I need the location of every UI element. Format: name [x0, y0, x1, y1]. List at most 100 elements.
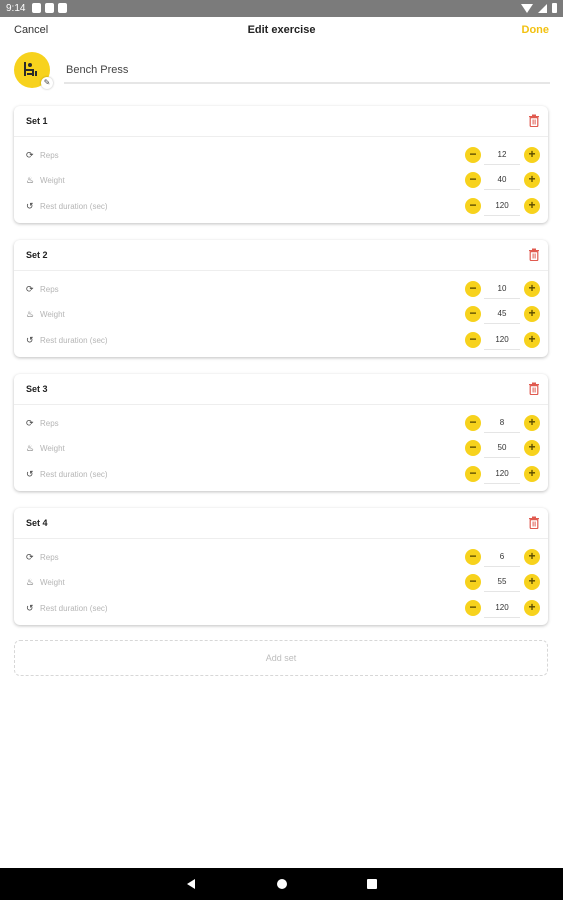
- exercise-name-input[interactable]: Bench Press: [64, 60, 550, 84]
- fire-icon: ♨: [26, 577, 35, 587]
- wifi-icon: [521, 3, 533, 13]
- weight-label: Weight: [40, 578, 65, 587]
- history-icon: ↺: [26, 469, 34, 479]
- weight-increment-button[interactable]: +: [524, 574, 540, 590]
- reps-decrement-button[interactable]: −: [465, 415, 481, 431]
- rest-value[interactable]: 120: [484, 599, 520, 618]
- rest-increment-button[interactable]: +: [524, 332, 540, 348]
- set-card: Set 4 ⟳ Reps − 6 + ♨ Weight − 55 + ↺ Res…: [14, 508, 548, 625]
- reps-value[interactable]: 10: [484, 280, 520, 299]
- reps-value[interactable]: 6: [484, 548, 520, 567]
- weight-row: ♨ Weight − 45 +: [14, 302, 548, 327]
- fire-icon: ♨: [26, 443, 35, 453]
- refresh-icon: ⟳: [26, 284, 34, 294]
- reps-decrement-button[interactable]: −: [465, 549, 481, 565]
- top-bar: Cancel Edit exercise Done: [0, 17, 563, 47]
- reps-row: ⟳ Reps − 12 +: [14, 143, 548, 168]
- reps-decrement-button[interactable]: −: [465, 147, 481, 163]
- trash-icon[interactable]: [528, 516, 540, 529]
- status-bar: 9:14: [0, 0, 563, 17]
- set-title: Set 3: [26, 384, 48, 394]
- trash-icon[interactable]: [528, 248, 540, 261]
- reps-row: ⟳ Reps − 6 +: [14, 545, 548, 570]
- reps-label: Reps: [40, 419, 59, 428]
- fire-icon: ♨: [26, 175, 35, 185]
- weight-decrement-button[interactable]: −: [465, 574, 481, 590]
- back-icon[interactable]: [187, 879, 195, 889]
- rest-decrement-button[interactable]: −: [465, 198, 481, 214]
- recent-apps-icon[interactable]: [367, 879, 377, 889]
- rest-label: Rest duration (sec): [40, 470, 108, 479]
- history-icon: ↺: [26, 201, 34, 211]
- trash-icon[interactable]: [528, 382, 540, 395]
- reps-increment-button[interactable]: +: [524, 549, 540, 565]
- rest-increment-button[interactable]: +: [524, 466, 540, 482]
- rest-value[interactable]: 120: [484, 465, 520, 484]
- rest-label: Rest duration (sec): [40, 336, 108, 345]
- rest-label: Rest duration (sec): [40, 202, 108, 211]
- trash-icon[interactable]: [528, 114, 540, 127]
- set-card: Set 2 ⟳ Reps − 10 + ♨ Weight − 45 + ↺ Re…: [14, 240, 548, 357]
- weight-value[interactable]: 40: [484, 171, 520, 190]
- weight-label: Weight: [40, 310, 65, 319]
- set-card: Set 3 ⟳ Reps − 8 + ♨ Weight − 50 + ↺ Res…: [14, 374, 548, 491]
- rest-row: ↺ Rest duration (sec) − 120 +: [14, 194, 548, 219]
- weight-increment-button[interactable]: +: [524, 440, 540, 456]
- rest-row: ↺ Rest duration (sec) − 120 +: [14, 596, 548, 621]
- weight-increment-button[interactable]: +: [524, 172, 540, 188]
- reps-value[interactable]: 12: [484, 146, 520, 165]
- weight-row: ♨ Weight − 50 +: [14, 436, 548, 461]
- refresh-icon: ⟳: [26, 552, 34, 562]
- rest-row: ↺ Rest duration (sec) − 120 +: [14, 328, 548, 353]
- exercise-avatar[interactable]: ✎: [14, 52, 53, 89]
- history-icon: ↺: [26, 603, 34, 613]
- notification-icon: [45, 3, 54, 13]
- rest-decrement-button[interactable]: −: [465, 332, 481, 348]
- status-time: 9:14: [6, 3, 26, 14]
- battery-icon: [552, 3, 557, 13]
- reps-label: Reps: [40, 553, 59, 562]
- weight-increment-button[interactable]: +: [524, 306, 540, 322]
- bench-press-icon: [24, 62, 37, 76]
- weight-row: ♨ Weight − 55 +: [14, 570, 548, 595]
- rest-value[interactable]: 120: [484, 197, 520, 216]
- add-set-button[interactable]: Add set: [14, 640, 548, 676]
- reps-increment-button[interactable]: +: [524, 147, 540, 163]
- system-nav-bar: [0, 868, 563, 900]
- reps-increment-button[interactable]: +: [524, 281, 540, 297]
- set-title: Set 1: [26, 116, 48, 126]
- weight-value[interactable]: 45: [484, 305, 520, 324]
- reps-value[interactable]: 8: [484, 414, 520, 433]
- weight-decrement-button[interactable]: −: [465, 172, 481, 188]
- rest-value[interactable]: 120: [484, 331, 520, 350]
- set-card-header: Set 3: [14, 374, 548, 405]
- page-title: Edit exercise: [247, 24, 316, 36]
- signal-icon: [538, 3, 547, 13]
- rest-decrement-button[interactable]: −: [465, 466, 481, 482]
- pencil-icon[interactable]: ✎: [41, 77, 53, 89]
- rest-increment-button[interactable]: +: [524, 600, 540, 616]
- reps-label: Reps: [40, 285, 59, 294]
- notification-icon: [58, 3, 67, 13]
- rest-row: ↺ Rest duration (sec) − 120 +: [14, 462, 548, 487]
- reps-increment-button[interactable]: +: [524, 415, 540, 431]
- set-card-header: Set 2: [14, 240, 548, 271]
- notification-icon: [32, 3, 41, 13]
- reps-decrement-button[interactable]: −: [465, 281, 481, 297]
- set-card: Set 1 ⟳ Reps − 12 + ♨ Weight − 40 + ↺ Re…: [14, 106, 548, 223]
- reps-row: ⟳ Reps − 10 +: [14, 277, 548, 302]
- done-button[interactable]: Done: [522, 24, 550, 36]
- weight-decrement-button[interactable]: −: [465, 440, 481, 456]
- home-icon[interactable]: [277, 879, 287, 889]
- notification-icons: [32, 3, 67, 13]
- reps-label: Reps: [40, 151, 59, 160]
- weight-row: ♨ Weight − 40 +: [14, 168, 548, 193]
- refresh-icon: ⟳: [26, 150, 34, 160]
- fire-icon: ♨: [26, 309, 35, 319]
- rest-decrement-button[interactable]: −: [465, 600, 481, 616]
- system-icons: [521, 3, 557, 13]
- weight-value[interactable]: 55: [484, 573, 520, 592]
- weight-value[interactable]: 50: [484, 439, 520, 458]
- weight-decrement-button[interactable]: −: [465, 306, 481, 322]
- rest-increment-button[interactable]: +: [524, 198, 540, 214]
